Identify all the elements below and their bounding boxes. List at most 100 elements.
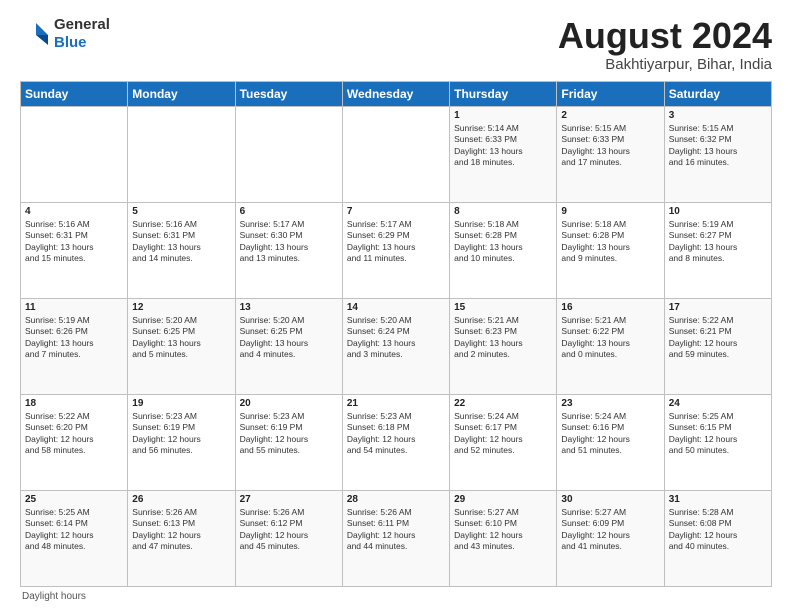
logo-icon	[20, 19, 50, 49]
day-cell: 22Sunrise: 5:24 AM Sunset: 6:17 PM Dayli…	[450, 394, 557, 490]
logo-text: General Blue	[54, 16, 110, 52]
day-number: 23	[561, 398, 659, 409]
day-number: 25	[25, 494, 123, 505]
logo-blue: Blue	[54, 34, 87, 51]
day-number: 27	[240, 494, 338, 505]
day-header-monday: Monday	[128, 81, 235, 106]
day-cell: 13Sunrise: 5:20 AM Sunset: 6:25 PM Dayli…	[235, 298, 342, 394]
page: General Blue August 2024 Bakhtiyarpur, B…	[0, 0, 792, 612]
calendar-title: August 2024	[558, 16, 772, 56]
day-info: Sunrise: 5:14 AM Sunset: 6:33 PM Dayligh…	[454, 123, 552, 169]
day-cell: 4 Sunrise: 5:16 AM Sunset: 6:31 PM Daylig…	[21, 202, 128, 298]
day-info: Sunrise: 5:20 AM Sunset: 6:24 PM Dayligh…	[347, 315, 445, 361]
day-number: 29	[454, 494, 552, 505]
day-cell: 6Sunrise: 5:17 AM Sunset: 6:30 PM Daylig…	[235, 202, 342, 298]
day-number: 8	[454, 206, 552, 217]
day-info: Sunrise: 5:23 AM Sunset: 6:18 PM Dayligh…	[347, 411, 445, 457]
day-number: 15	[454, 302, 552, 313]
day-number: 12	[132, 302, 230, 313]
day-cell: 19 Sunrise: 5:23 AM Sunset: 6:19 PM Dayli…	[128, 394, 235, 490]
day-header-thursday: Thursday	[450, 81, 557, 106]
day-info: Sunrise: 5:18 AM Sunset: 6:28 PM Dayligh…	[454, 219, 552, 265]
day-info: Sunrise: 5:26 AM Sunset: 6:11 PM Dayligh…	[347, 507, 445, 553]
week-row-5: 25 Sunrise: 5:25 AM Sunset: 6:14 PM Dayli…	[21, 490, 772, 586]
day-header-wednesday: Wednesday	[342, 81, 449, 106]
day-cell: 28 Sunrise: 5:26 AM Sunset: 6:11 PM Dayli…	[342, 490, 449, 586]
day-info: Sunrise: 5:26 AM Sunset: 6:13 PM Dayligh…	[132, 507, 230, 553]
day-info: Sunrise: 5:21 AM Sunset: 6:23 PM Dayligh…	[454, 315, 552, 361]
day-cell: 24 Sunrise: 5:25 AM Sunset: 6:15 PM Dayli…	[664, 394, 771, 490]
logo-general: General	[54, 16, 110, 33]
day-cell: 26Sunrise: 5:26 AM Sunset: 6:13 PM Dayli…	[128, 490, 235, 586]
day-number: 20	[240, 398, 338, 409]
day-cell: 15 Sunrise: 5:21 AM Sunset: 6:23 PM Dayli…	[450, 298, 557, 394]
day-number: 24	[669, 398, 767, 409]
day-cell: 11 Sunrise: 5:19 AM Sunset: 6:26 PM Dayli…	[21, 298, 128, 394]
day-info: Sunrise: 5:23 AM Sunset: 6:19 PM Dayligh…	[132, 411, 230, 457]
daylight-hours-label: Daylight hours	[22, 591, 86, 602]
day-cell: 1 Sunrise: 5:14 AM Sunset: 6:33 PM Daylig…	[450, 106, 557, 202]
day-info: Sunrise: 5:26 AM Sunset: 6:12 PM Dayligh…	[240, 507, 338, 553]
day-info: Sunrise: 5:23 AM Sunset: 6:19 PM Dayligh…	[240, 411, 338, 457]
day-header-sunday: Sunday	[21, 81, 128, 106]
header: General Blue August 2024 Bakhtiyarpur, B…	[20, 16, 772, 73]
day-header-friday: Friday	[557, 81, 664, 106]
day-info: Sunrise: 5:27 AM Sunset: 6:10 PM Dayligh…	[454, 507, 552, 553]
day-info: Sunrise: 5:15 AM Sunset: 6:32 PM Dayligh…	[669, 123, 767, 169]
day-info: Sunrise: 5:16 AM Sunset: 6:31 PM Dayligh…	[132, 219, 230, 265]
day-cell: 31Sunrise: 5:28 AM Sunset: 6:08 PM Dayli…	[664, 490, 771, 586]
day-number: 1	[454, 110, 552, 121]
day-cell: 5Sunrise: 5:16 AM Sunset: 6:31 PM Daylig…	[128, 202, 235, 298]
day-header-row: SundayMondayTuesdayWednesdayThursdayFrid…	[21, 81, 772, 106]
week-row-4: 18 Sunrise: 5:22 AM Sunset: 6:20 PM Dayli…	[21, 394, 772, 490]
day-number: 19	[132, 398, 230, 409]
day-info: Sunrise: 5:18 AM Sunset: 6:28 PM Dayligh…	[561, 219, 659, 265]
day-number: 9	[561, 206, 659, 217]
day-info: Sunrise: 5:20 AM Sunset: 6:25 PM Dayligh…	[240, 315, 338, 361]
day-cell: 10Sunrise: 5:19 AM Sunset: 6:27 PM Dayli…	[664, 202, 771, 298]
day-cell	[342, 106, 449, 202]
day-number: 18	[25, 398, 123, 409]
day-info: Sunrise: 5:28 AM Sunset: 6:08 PM Dayligh…	[669, 507, 767, 553]
day-info: Sunrise: 5:24 AM Sunset: 6:16 PM Dayligh…	[561, 411, 659, 457]
calendar-table: SundayMondayTuesdayWednesdayThursdayFrid…	[20, 81, 772, 587]
footer: Daylight hours	[20, 591, 772, 602]
day-number: 14	[347, 302, 445, 313]
day-number: 30	[561, 494, 659, 505]
day-number: 6	[240, 206, 338, 217]
day-info: Sunrise: 5:16 AM Sunset: 6:31 PM Dayligh…	[25, 219, 123, 265]
day-info: Sunrise: 5:22 AM Sunset: 6:21 PM Dayligh…	[669, 315, 767, 361]
day-info: Sunrise: 5:17 AM Sunset: 6:29 PM Dayligh…	[347, 219, 445, 265]
day-info: Sunrise: 5:25 AM Sunset: 6:14 PM Dayligh…	[25, 507, 123, 553]
day-header-tuesday: Tuesday	[235, 81, 342, 106]
day-cell: 8 Sunrise: 5:18 AM Sunset: 6:28 PM Daylig…	[450, 202, 557, 298]
day-cell: 14 Sunrise: 5:20 AM Sunset: 6:24 PM Dayli…	[342, 298, 449, 394]
day-number: 17	[669, 302, 767, 313]
day-cell: 17 Sunrise: 5:22 AM Sunset: 6:21 PM Dayli…	[664, 298, 771, 394]
day-cell: 2Sunrise: 5:15 AM Sunset: 6:33 PM Daylig…	[557, 106, 664, 202]
day-cell	[235, 106, 342, 202]
day-cell: 18 Sunrise: 5:22 AM Sunset: 6:20 PM Dayli…	[21, 394, 128, 490]
day-cell: 27 Sunrise: 5:26 AM Sunset: 6:12 PM Dayli…	[235, 490, 342, 586]
day-number: 28	[347, 494, 445, 505]
day-cell: 25 Sunrise: 5:25 AM Sunset: 6:14 PM Dayli…	[21, 490, 128, 586]
day-number: 11	[25, 302, 123, 313]
logo: General Blue	[20, 16, 110, 52]
day-cell: 16Sunrise: 5:21 AM Sunset: 6:22 PM Dayli…	[557, 298, 664, 394]
title-block: August 2024 Bakhtiyarpur, Bihar, India	[558, 16, 772, 73]
day-number: 7	[347, 206, 445, 217]
day-number: 21	[347, 398, 445, 409]
day-cell: 21 Sunrise: 5:23 AM Sunset: 6:18 PM Dayli…	[342, 394, 449, 490]
day-cell: 7 Sunrise: 5:17 AM Sunset: 6:29 PM Daylig…	[342, 202, 449, 298]
calendar-subtitle: Bakhtiyarpur, Bihar, India	[558, 56, 772, 73]
day-cell: 3 Sunrise: 5:15 AM Sunset: 6:32 PM Daylig…	[664, 106, 771, 202]
day-info: Sunrise: 5:20 AM Sunset: 6:25 PM Dayligh…	[132, 315, 230, 361]
day-number: 3	[669, 110, 767, 121]
day-number: 4	[25, 206, 123, 217]
day-info: Sunrise: 5:25 AM Sunset: 6:15 PM Dayligh…	[669, 411, 767, 457]
day-number: 16	[561, 302, 659, 313]
day-number: 2	[561, 110, 659, 121]
day-info: Sunrise: 5:19 AM Sunset: 6:26 PM Dayligh…	[25, 315, 123, 361]
day-info: Sunrise: 5:22 AM Sunset: 6:20 PM Dayligh…	[25, 411, 123, 457]
day-number: 22	[454, 398, 552, 409]
